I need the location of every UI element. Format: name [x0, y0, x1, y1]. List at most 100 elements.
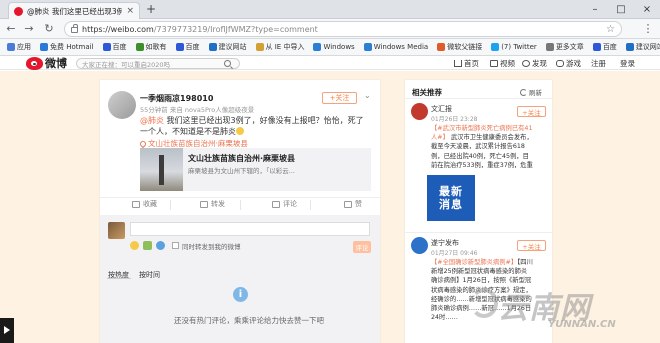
bookmark-label: 更多文章 [555, 43, 584, 51]
bookmark-label: 百度 [112, 43, 127, 51]
refresh-label: 刷新 [529, 89, 542, 97]
sidebar-item-avatar[interactable] [411, 237, 428, 254]
sidebar-follow-button[interactable]: +关注 [517, 240, 546, 251]
bookmark-label: 从 IE 中导入 [265, 43, 305, 51]
bookmark-item[interactable]: (7) Twitter [488, 43, 540, 51]
close-tab-icon[interactable]: × [126, 6, 134, 16]
comment-input[interactable] [130, 222, 370, 236]
sidebar-item-text[interactable]: 【#武汉市新型肺炎死亡病例已有41人#】 武汉市卫生健康委员会发布，截至今天凌晨… [431, 124, 533, 170]
bookmark-item[interactable]: 应用 [4, 42, 34, 52]
weibo-logo[interactable]: 微博 [26, 55, 67, 71]
login-link[interactable]: 登录 [620, 58, 635, 69]
repost-button[interactable]: 转发 [200, 199, 225, 209]
sidebar-follow-button[interactable]: +关注 [517, 106, 546, 117]
sort-by-time-tab[interactable]: 按时间 [139, 270, 160, 280]
weibo-favicon-icon [14, 6, 23, 16]
bookmark-item[interactable]: 微软父链接 [434, 42, 485, 52]
nav-game[interactable]: 游戏 [556, 58, 581, 69]
action-divider [310, 200, 311, 210]
chevron-down-icon[interactable]: ⌄ [364, 91, 371, 100]
bookmark-label: 百度 [185, 43, 200, 51]
bookmarks-bar: 应用 免费 Hotmail 百度 如歌有 百度 建议网站 从 IE 中导入 Windows Wi… [0, 39, 660, 56]
sidebar-item-name[interactable]: 文汇报 [431, 104, 452, 114]
search-input[interactable]: 大家正在搜：可以重启2020吗 [76, 58, 240, 69]
maximize-button[interactable]: □ [608, 0, 634, 19]
browser-tab[interactable]: @肺炎 我们这里已经出现3例了 × [8, 2, 140, 19]
register-link[interactable]: 注册 [591, 58, 606, 69]
search-icon[interactable] [224, 60, 231, 67]
bookmark-item[interactable]: 建议网站 [623, 42, 660, 52]
bookmark-item[interactable]: 建议网站 [206, 42, 250, 52]
bookmark-favicon-icon [545, 43, 554, 51]
bookmark-favicon-icon [491, 43, 500, 51]
bookmark-favicon-icon [592, 43, 601, 51]
bookmark-item[interactable]: 百度 [590, 42, 620, 52]
compass-icon [522, 60, 530, 67]
sidebar-item-avatar[interactable] [411, 103, 428, 120]
emoji-icon [236, 127, 244, 135]
favorite-label: 收藏 [143, 200, 157, 208]
sidebar-item-headline[interactable]: 【#全国确诊新型肺炎病例#】 [431, 259, 517, 266]
repost-checkbox[interactable] [172, 242, 179, 249]
bookmark-favicon-icon [135, 43, 144, 51]
favorite-button[interactable]: 收藏 [132, 199, 157, 209]
follow-button[interactable]: +关注 [322, 92, 357, 104]
repost-label: 转发 [211, 200, 225, 208]
forward-arrow-icon[interactable]: → [22, 22, 36, 36]
submit-comment-button[interactable]: 评论 [353, 241, 371, 253]
bookmark-star-icon[interactable]: ☆ [606, 24, 615, 35]
new-tab-button[interactable]: + [144, 3, 158, 17]
minimize-button[interactable]: – [582, 0, 608, 19]
like-label: 赞 [355, 200, 362, 208]
bookmark-item[interactable]: 百度 [100, 42, 130, 52]
active-tab-underline [107, 278, 131, 279]
viewer-avatar [108, 222, 125, 239]
comment-label: 评论 [283, 200, 297, 208]
bookmark-item[interactable]: Windows Media [361, 43, 432, 51]
author-avatar[interactable] [108, 91, 136, 119]
topic-icon[interactable] [156, 241, 165, 250]
author-name[interactable]: 一季烟雨凉198010 [140, 93, 213, 104]
refresh-icon [520, 88, 527, 96]
repost-icon [200, 200, 208, 208]
address-bar[interactable]: https://weibo.com/7379773219/IroflJfWMZ?… [64, 21, 622, 37]
refresh-button[interactable]: 刷新 [520, 87, 542, 97]
bookmark-item[interactable]: 更多文章 [543, 42, 587, 52]
watermark-en: YUNNAN.CN [548, 319, 616, 330]
bookmark-item[interactable]: 百度 [173, 42, 203, 52]
sidebar-divider [405, 98, 552, 99]
url-host: https://weibo.com [82, 24, 154, 34]
sidebar-item-name[interactable]: 遂宁发布 [431, 238, 459, 248]
close-window-button[interactable]: × [634, 0, 660, 19]
like-button[interactable]: 赞 [344, 199, 362, 209]
bookmark-item[interactable]: Windows [310, 43, 357, 51]
reload-icon[interactable]: ↻ [42, 22, 56, 36]
bookmark-item[interactable]: 从 IE 中导入 [253, 42, 308, 52]
nav-home[interactable]: 首页 [454, 58, 479, 69]
nav-game-label: 游戏 [566, 59, 581, 68]
bookmark-favicon-icon [437, 43, 446, 51]
nav-video[interactable]: 视频 [490, 58, 515, 69]
bookmark-label: 百度 [602, 43, 617, 51]
weibo-logo-text: 微博 [45, 57, 67, 70]
mention-link[interactable]: @肺炎 [140, 116, 164, 125]
info-icon: i [233, 287, 248, 302]
bookmark-label: Windows Media [373, 43, 429, 51]
bookmark-item[interactable]: 免费 Hotmail [37, 42, 97, 52]
repost-checkbox-label: 同时转发到我的微博 [182, 243, 241, 251]
bookmark-favicon-icon [208, 43, 217, 51]
news-thumbnail[interactable]: 最新 消息 [427, 175, 475, 221]
comment-button[interactable]: 评论 [272, 199, 297, 209]
emoji-picker-icon[interactable] [130, 241, 139, 250]
back-arrow-icon[interactable]: ← [4, 22, 18, 36]
video-play-button[interactable] [0, 318, 14, 343]
bookmark-favicon-icon [363, 43, 372, 51]
nav-discover[interactable]: 发现 [522, 58, 547, 69]
bookmark-item[interactable]: 如歌有 [133, 42, 170, 52]
browser-menu-icon[interactable]: ⋮ [642, 21, 654, 37]
thumbs-up-icon [344, 200, 352, 208]
yunnan-logo-icon [470, 288, 498, 318]
bookmark-label: Windows [323, 43, 355, 51]
image-upload-icon[interactable] [143, 241, 152, 250]
location-pin-icon [138, 139, 148, 148]
